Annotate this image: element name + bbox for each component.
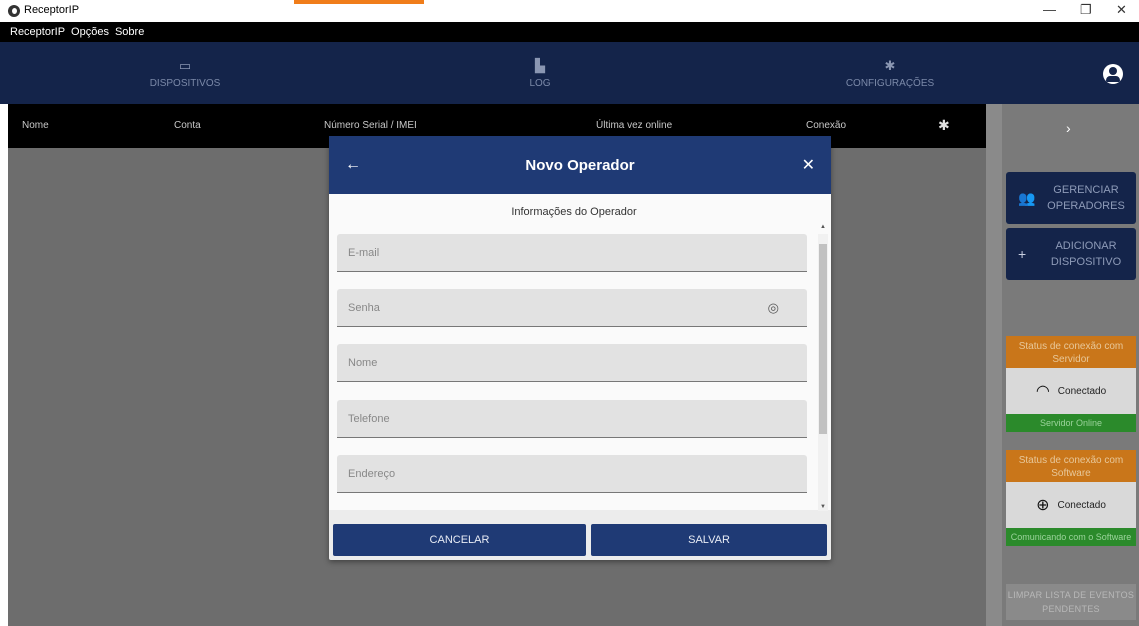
phone-field-container bbox=[337, 400, 807, 438]
manage-operators-label: GERENCIAR OPERADORES bbox=[1047, 184, 1125, 212]
column-conexao[interactable]: Conexão bbox=[806, 120, 846, 131]
software-status-detail: Comunicando com o Software bbox=[1006, 528, 1136, 546]
column-ultima-vez-online[interactable]: Última vez online bbox=[596, 120, 672, 131]
window-title: ReceptorIP bbox=[24, 4, 80, 16]
section-title: Informações do Operador bbox=[511, 206, 637, 218]
account-icon[interactable] bbox=[1103, 64, 1123, 84]
globe-icon: ⊕ bbox=[1036, 497, 1050, 514]
title-bar: ReceptorIP — ❐ ✕ bbox=[0, 0, 1139, 22]
server-status-state: ◠ Conectado bbox=[1006, 368, 1136, 414]
software-status-title: Status de conexão com Software bbox=[1006, 450, 1136, 482]
table-settings-gear-icon[interactable]: ✱ bbox=[938, 117, 950, 134]
tab-configuracoes-label: CONFIGURAÇÕES bbox=[845, 77, 935, 89]
name-field[interactable] bbox=[337, 344, 807, 381]
manage-operators-button[interactable]: 👥 GERENCIAR OPERADORES bbox=[1006, 172, 1136, 224]
server-status-detail: Servidor Online bbox=[1006, 414, 1136, 432]
column-serial[interactable]: Número Serial / IMEI bbox=[324, 120, 417, 131]
plus-icon: + bbox=[1018, 246, 1027, 262]
software-status-state: ⊕ Conectado bbox=[1006, 482, 1136, 528]
modal-title: Novo Operador bbox=[525, 157, 635, 174]
minimize-button[interactable]: — bbox=[1043, 2, 1056, 17]
modal-scrollbar[interactable]: ▲ ▼ bbox=[818, 224, 828, 511]
menu-opcoes[interactable]: Opções bbox=[71, 26, 109, 38]
modal-header: ← Novo Operador ✕ bbox=[329, 136, 831, 194]
column-nome[interactable]: Nome bbox=[22, 120, 49, 131]
chevron-right-icon[interactable]: › bbox=[1066, 120, 1071, 136]
column-conta[interactable]: Conta bbox=[174, 120, 201, 131]
group-icon: 👥 bbox=[1018, 189, 1036, 206]
server-status-title: Status de conexão com Servidor bbox=[1006, 336, 1136, 368]
address-field[interactable] bbox=[337, 455, 807, 492]
add-device-label: ADICIONAR DISPOSITIVO bbox=[1050, 240, 1122, 268]
tab-dispositivos[interactable]: ▭ DISPOSITIVOS bbox=[130, 42, 240, 104]
tab-dispositivos-label: DISPOSITIVOS bbox=[149, 77, 221, 89]
name-field-container bbox=[337, 344, 807, 382]
right-panel-scrollbar[interactable] bbox=[986, 104, 1002, 626]
maximize-button[interactable]: ❐ bbox=[1080, 2, 1092, 18]
scroll-thumb[interactable] bbox=[819, 244, 827, 434]
menu-bar: ReceptorIP Opções Sobre bbox=[0, 22, 1139, 42]
email-field[interactable] bbox=[337, 234, 807, 271]
password-field-container: ◎ bbox=[337, 289, 807, 327]
app-logo-icon bbox=[8, 5, 20, 17]
new-operator-modal: ← Novo Operador ✕ Informações do Operado… bbox=[329, 136, 831, 560]
left-edge bbox=[0, 42, 8, 626]
log-icon: ▙ bbox=[535, 57, 545, 73]
scroll-up-icon[interactable]: ▲ bbox=[820, 224, 826, 230]
tab-configuracoes[interactable]: ✱ CONFIGURAÇÕES bbox=[830, 42, 950, 104]
scroll-down-icon[interactable]: ▼ bbox=[820, 504, 826, 510]
close-window-button[interactable]: ✕ bbox=[1116, 2, 1127, 18]
cancel-button[interactable]: CANCELAR bbox=[333, 524, 586, 556]
server-status-text: Conectado bbox=[1057, 385, 1107, 397]
save-button[interactable]: SALVAR bbox=[591, 524, 827, 556]
software-status-text: Conectado bbox=[1057, 499, 1106, 511]
add-device-button[interactable]: + ADICIONAR DISPOSITIVO bbox=[1006, 228, 1136, 280]
close-icon[interactable]: ✕ bbox=[802, 155, 815, 175]
wifi-icon: ◠ bbox=[1035, 383, 1050, 400]
devices-icon: ▭ bbox=[178, 57, 192, 73]
menu-sobre[interactable]: Sobre bbox=[115, 26, 144, 38]
phone-field[interactable] bbox=[337, 400, 807, 437]
eye-off-icon[interactable]: ◎ bbox=[768, 300, 779, 316]
tab-log-label: LOG bbox=[529, 77, 551, 89]
nav-bar: ▭ DISPOSITIVOS ▙ LOG ✱ CONFIGURAÇÕES bbox=[0, 42, 1139, 104]
gear-icon: ✱ bbox=[884, 57, 896, 73]
tab-log[interactable]: ▙ LOG bbox=[500, 42, 580, 104]
password-field[interactable] bbox=[337, 289, 807, 326]
server-status-card: Status de conexão com Servidor ◠ Conecta… bbox=[1006, 336, 1136, 432]
modal-body: Informações do Operador ◎ bbox=[329, 194, 831, 510]
clear-pending-events-button[interactable]: LIMPAR LISTA DE EVENTOS PENDENTES bbox=[1006, 584, 1136, 620]
software-status-card: Status de conexão com Software ⊕ Conecta… bbox=[1006, 450, 1136, 546]
orange-accent-bar bbox=[294, 0, 424, 4]
address-field-container bbox=[337, 455, 807, 493]
menu-receptorip[interactable]: ReceptorIP bbox=[10, 26, 65, 38]
email-field-container bbox=[337, 234, 807, 272]
modal-footer: CANCELAR SALVAR bbox=[329, 520, 831, 560]
